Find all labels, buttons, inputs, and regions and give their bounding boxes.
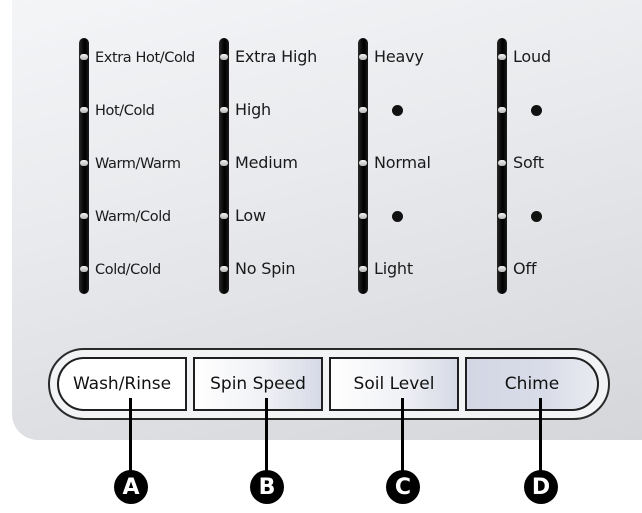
spin-speed-indicator-column: Extra High High Medium Low No Spin bbox=[219, 38, 339, 294]
wash-rinse-button[interactable]: Wash/Rinse bbox=[57, 357, 187, 411]
option-hot-cold: Hot/Cold bbox=[95, 103, 155, 119]
indicator-light bbox=[80, 213, 88, 219]
level-dot bbox=[392, 105, 403, 116]
indicator-light bbox=[80, 54, 88, 60]
callout-badge-a: A bbox=[114, 470, 148, 504]
soil-level-indicator-column: Heavy Normal Light bbox=[358, 38, 468, 294]
indicator-bar bbox=[497, 38, 507, 294]
option-medium: Medium bbox=[235, 153, 298, 172]
callout-leader-b bbox=[265, 398, 268, 474]
button-row: Wash/Rinse Spin Speed Soil Level Chime bbox=[48, 348, 610, 420]
option-heavy: Heavy bbox=[374, 47, 424, 66]
indicator-light bbox=[498, 107, 506, 113]
indicator-light bbox=[220, 107, 228, 113]
callout-badge-c: C bbox=[386, 470, 420, 504]
indicator-light bbox=[80, 160, 88, 166]
indicator-bar bbox=[219, 38, 229, 294]
level-dot bbox=[531, 105, 542, 116]
soil-level-button[interactable]: Soil Level bbox=[329, 357, 459, 411]
callout-badge-b: B bbox=[250, 470, 284, 504]
chime-indicator-column: Loud Soft Off bbox=[497, 38, 597, 294]
callout-leader-c bbox=[401, 398, 404, 474]
indicator-light bbox=[359, 213, 367, 219]
option-light: Light bbox=[374, 259, 413, 278]
callout-leader-d bbox=[539, 398, 542, 474]
indicator-bar bbox=[79, 38, 89, 294]
indicator-light bbox=[220, 266, 228, 272]
indicator-light bbox=[359, 266, 367, 272]
option-no-spin: No Spin bbox=[235, 259, 296, 278]
option-normal: Normal bbox=[374, 153, 431, 172]
level-dot bbox=[531, 211, 542, 222]
indicator-light bbox=[498, 266, 506, 272]
indicator-light bbox=[359, 54, 367, 60]
wash-rinse-indicator-column: Extra Hot/Cold Hot/Cold Warm/Warm Warm/C… bbox=[79, 38, 219, 294]
option-warm-warm: Warm/Warm bbox=[95, 156, 181, 172]
callout-leader-a bbox=[129, 398, 132, 474]
indicator-light bbox=[80, 107, 88, 113]
option-extra-high: Extra High bbox=[235, 47, 318, 66]
level-dot bbox=[392, 211, 403, 222]
option-off: Off bbox=[513, 259, 537, 278]
option-low: Low bbox=[235, 206, 266, 225]
option-loud: Loud bbox=[513, 47, 551, 66]
indicator-light bbox=[498, 54, 506, 60]
indicator-light bbox=[359, 160, 367, 166]
indicator-light bbox=[80, 266, 88, 272]
indicator-light bbox=[359, 107, 367, 113]
indicator-light bbox=[220, 54, 228, 60]
callout-badge-d: D bbox=[524, 470, 558, 504]
spin-speed-button[interactable]: Spin Speed bbox=[193, 357, 323, 411]
option-high: High bbox=[235, 100, 271, 119]
chime-button[interactable]: Chime bbox=[465, 357, 599, 411]
option-soft: Soft bbox=[513, 153, 544, 172]
indicator-light bbox=[498, 160, 506, 166]
option-extra-hot-cold: Extra Hot/Cold bbox=[95, 50, 195, 66]
indicator-bar bbox=[358, 38, 368, 294]
indicator-light bbox=[220, 160, 228, 166]
option-cold-cold: Cold/Cold bbox=[95, 262, 161, 278]
option-warm-cold: Warm/Cold bbox=[95, 209, 171, 225]
indicator-light bbox=[220, 213, 228, 219]
indicator-light bbox=[498, 213, 506, 219]
